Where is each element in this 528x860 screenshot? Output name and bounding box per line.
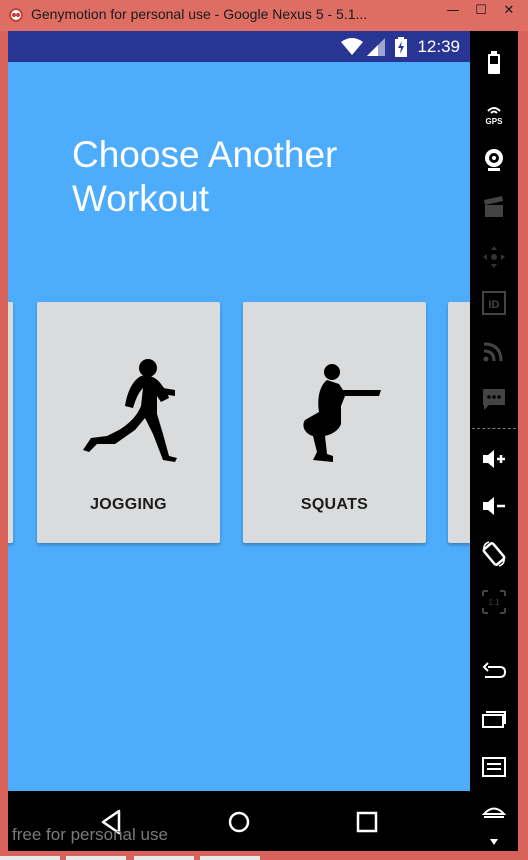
workout-card-partial-left[interactable] [8, 302, 13, 543]
back-icon[interactable] [480, 657, 508, 685]
pixel-perfect-icon[interactable]: 1:1 [480, 588, 508, 616]
taskbar-tab [66, 856, 126, 860]
menu-icon[interactable] [480, 753, 508, 781]
side-panel-divider [472, 428, 516, 429]
id-icon[interactable]: ID [480, 289, 508, 317]
card-label-squats: SQUATS [300, 496, 369, 513]
page-title: Choose Another Workout [72, 134, 338, 219]
dpad-icon[interactable] [480, 243, 508, 271]
cast-icon[interactable] [480, 337, 508, 365]
card-label-jogging: JOGGING [90, 496, 167, 513]
status-clock: 12:39 [417, 37, 460, 56]
signal-icon [367, 38, 386, 56]
camera-icon[interactable] [480, 145, 508, 173]
recents-icon[interactable] [352, 807, 382, 837]
genymotion-side-panel: GPS ID 1:1 [470, 31, 518, 851]
scale-label: 1:1 [488, 598, 500, 607]
home-icon[interactable] [224, 807, 254, 837]
battery-icon[interactable] [480, 49, 508, 77]
rotate-icon[interactable] [480, 540, 508, 568]
volume-up-icon[interactable] [480, 445, 508, 473]
id-label: ID [489, 299, 500, 311]
taskbar-tab [134, 856, 194, 860]
workout-card-partial-right[interactable] [448, 302, 470, 543]
maximize-button[interactable]: ☐ [466, 0, 496, 22]
recents-icon[interactable] [480, 705, 508, 733]
home-icon[interactable] [480, 801, 508, 829]
window-title: Genymotion for personal use - Google Nex… [31, 6, 368, 22]
device-screen: 12:39 Choose Another Workout JOGGING SQU… [8, 31, 470, 851]
sms-icon[interactable] [480, 385, 508, 413]
battery-charging-icon [395, 37, 408, 57]
squat-icon [303, 364, 381, 462]
close-button[interactable]: ✕ [494, 0, 524, 22]
workout-card-squats[interactable]: SQUATS [243, 302, 426, 543]
expand-arrow-icon[interactable] [480, 835, 508, 849]
watermark-text: free for personal use [12, 825, 168, 844]
minimize-button[interactable]: — [438, 0, 468, 22]
taskbar-tab [200, 856, 260, 860]
window-title-bar: Genymotion for personal use - Google Nex… [0, 0, 528, 31]
clapper-icon[interactable] [480, 194, 508, 222]
wifi-icon [341, 38, 364, 55]
gps-icon[interactable]: GPS [480, 99, 508, 127]
volume-down-icon[interactable] [480, 492, 508, 520]
taskbar-tab [0, 856, 60, 860]
status-bar: 12:39 [8, 31, 470, 62]
genymotion-logo-icon [9, 8, 23, 22]
runner-icon [83, 359, 177, 462]
workout-card-jogging[interactable]: JOGGING [37, 302, 220, 543]
gps-label: GPS [486, 117, 504, 126]
